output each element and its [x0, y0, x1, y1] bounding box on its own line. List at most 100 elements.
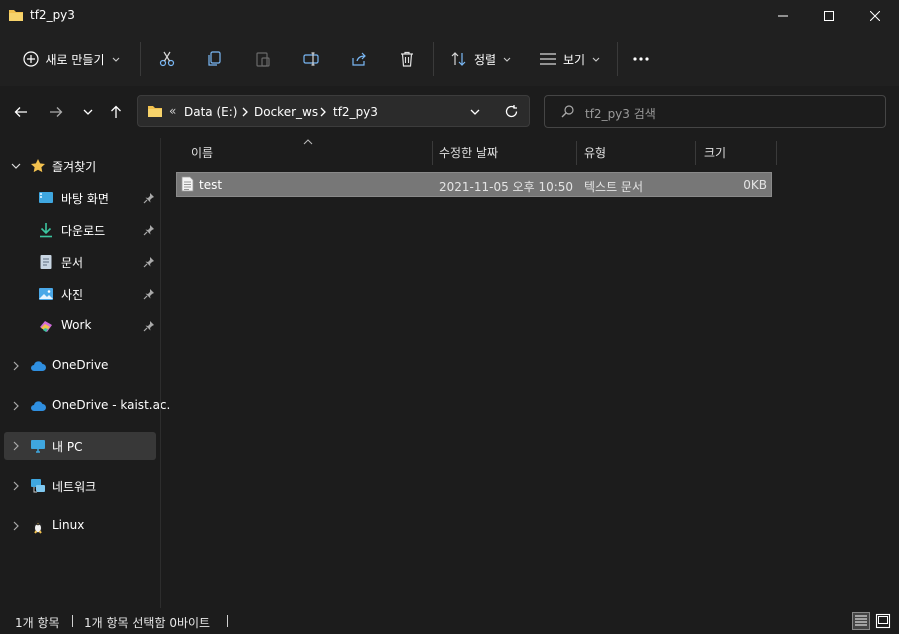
command-bar: 새로 만들기 정렬 보기 — [0, 32, 899, 86]
sidebar-item-work[interactable]: Work — [4, 312, 156, 340]
sidebar-label: Linux — [52, 518, 85, 532]
column-header-size[interactable]: 크기 — [704, 144, 726, 161]
item-count: 1개 항목 — [15, 616, 60, 630]
sidebar-label: 네트워크 — [52, 480, 97, 494]
rename-icon — [303, 52, 319, 66]
network-icon — [31, 479, 45, 493]
chevron-right-icon — [319, 107, 327, 117]
pictures-icon — [39, 288, 53, 300]
chevron-down-icon — [83, 109, 93, 115]
folder-icon — [8, 8, 24, 22]
more-button[interactable] — [625, 41, 657, 77]
status-divider — [227, 615, 228, 627]
toolbar-divider — [140, 42, 141, 76]
pin-icon — [143, 225, 154, 236]
table-row[interactable]: test 2021-11-05 오후 10:50 텍스트 문서 0KB — [176, 172, 772, 197]
sidebar-label: Work — [61, 318, 92, 332]
address-history-button[interactable] — [469, 107, 481, 117]
file-type: 텍스트 문서 — [584, 180, 644, 194]
column-header-name[interactable]: 이름 — [191, 144, 213, 161]
chevron-down-icon — [11, 163, 21, 169]
search-icon — [561, 105, 574, 118]
pin-icon — [143, 321, 154, 332]
sidebar-label: 사진 — [61, 288, 84, 302]
share-button[interactable] — [343, 41, 375, 77]
chevron-right-icon — [13, 361, 19, 371]
refresh-button[interactable] — [504, 104, 519, 119]
arrow-right-icon — [50, 107, 63, 117]
copy-button[interactable] — [199, 41, 231, 77]
details-view-button[interactable] — [852, 612, 870, 630]
sidebar-item-downloads[interactable]: 다운로드 — [4, 216, 156, 244]
chevron-down-icon — [503, 57, 511, 62]
file-name: test — [199, 178, 223, 192]
sort-icon — [451, 52, 466, 66]
new-button[interactable]: 새로 만들기 — [12, 41, 132, 77]
rename-button[interactable] — [295, 41, 327, 77]
column-header-type[interactable]: 유형 — [584, 144, 606, 161]
address-bar[interactable]: « Data (E:) Docker_ws tf2_py3 — [137, 95, 530, 127]
monitor-icon — [31, 440, 45, 453]
folder-icon — [147, 104, 163, 118]
sidebar-item-network[interactable]: 네트워크 — [4, 472, 156, 500]
maximize-icon — [824, 11, 834, 21]
cloud-icon — [31, 361, 46, 371]
details-view-icon — [855, 615, 867, 626]
column-divider[interactable] — [695, 141, 696, 165]
minimize-icon — [778, 15, 788, 17]
column-divider[interactable] — [576, 141, 577, 165]
pane-divider[interactable] — [160, 138, 161, 608]
paste-button[interactable] — [247, 41, 279, 77]
sidebar-item-onedrive-kaist[interactable]: OneDrive - kaist.ac. — [4, 392, 170, 420]
column-divider[interactable] — [432, 141, 433, 165]
pin-icon — [143, 289, 154, 300]
sidebar-label: OneDrive - kaist.ac. — [52, 398, 171, 412]
view-label: 보기 — [562, 52, 586, 67]
delete-button[interactable] — [391, 41, 423, 77]
maximize-button[interactable] — [806, 0, 852, 32]
sort-label: 정렬 — [473, 52, 497, 67]
cut-button[interactable] — [151, 41, 183, 77]
sidebar-item-pictures[interactable]: 사진 — [4, 280, 156, 308]
forward-button[interactable] — [42, 98, 70, 126]
tiles-view-button[interactable] — [875, 613, 891, 629]
breadcrumb-current[interactable]: tf2_py3 — [333, 105, 378, 119]
sidebar-item-linux[interactable]: Linux — [4, 512, 156, 540]
view-button[interactable]: 보기 — [531, 41, 609, 77]
sidebar-label: 다운로드 — [61, 224, 106, 238]
title-bar: tf2_py3 — [0, 0, 899, 32]
column-divider[interactable] — [776, 141, 777, 165]
paste-icon — [256, 52, 270, 67]
sidebar-item-this-pc[interactable]: 내 PC — [4, 432, 156, 460]
status-bar: 1개 항목 1개 항목 선택함 0바이트 — [0, 608, 899, 634]
close-button[interactable] — [852, 0, 898, 32]
sidebar-item-onedrive[interactable]: OneDrive — [4, 352, 156, 380]
chevron-down-icon — [470, 109, 480, 115]
sidebar-item-documents[interactable]: 문서 — [4, 248, 156, 276]
view-list-icon — [539, 53, 556, 65]
breadcrumb-docker-ws[interactable]: Docker_ws — [254, 105, 318, 119]
chevron-right-icon — [13, 521, 19, 531]
sidebar-label: 바탕 화면 — [61, 192, 109, 206]
recent-locations-button[interactable] — [74, 98, 102, 126]
back-button[interactable] — [7, 98, 35, 126]
star-icon — [31, 159, 45, 173]
plus-circle-icon — [23, 51, 40, 67]
more-icon — [633, 57, 649, 61]
share-icon — [352, 52, 366, 66]
sidebar-item-quick-access[interactable]: 즐겨찾기 — [4, 152, 156, 180]
breadcrumb-drive[interactable]: Data (E:) — [184, 105, 237, 119]
breadcrumb-overflow[interactable]: « — [169, 104, 176, 118]
pin-icon — [143, 257, 154, 268]
chevron-down-icon — [592, 57, 600, 62]
sort-button[interactable]: 정렬 — [442, 41, 520, 77]
search-input[interactable]: tf2_py3 검색 — [585, 105, 656, 122]
toolbar-divider — [433, 42, 434, 76]
up-button[interactable] — [102, 98, 130, 126]
navigation-pane: 즐겨찾기 바탕 화면 다운로드 문서 사진 Work OneDrive OneD… — [0, 138, 170, 608]
sidebar-label: 즐겨찾기 — [52, 160, 97, 174]
search-box[interactable]: tf2_py3 검색 — [544, 95, 886, 128]
column-header-modified[interactable]: 수정한 날짜 — [439, 144, 498, 161]
minimize-button[interactable] — [760, 0, 806, 32]
sidebar-item-desktop[interactable]: 바탕 화면 — [4, 184, 156, 212]
